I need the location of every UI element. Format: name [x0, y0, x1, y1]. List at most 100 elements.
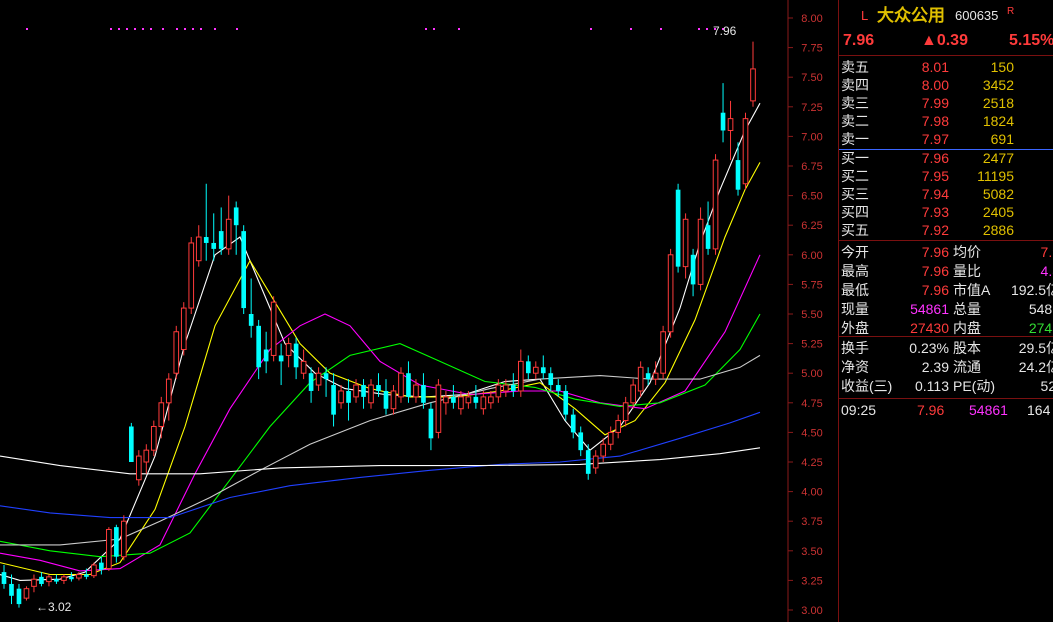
candle-body	[180, 307, 187, 351]
candle-body	[585, 450, 591, 474]
candle-body	[158, 402, 165, 427]
candle-body	[39, 576, 44, 584]
fund-label: 股本	[953, 340, 981, 356]
candle-body	[361, 385, 366, 397]
quote-label: 量比	[953, 263, 981, 279]
quote-label: 外盘	[841, 320, 869, 336]
candle-body	[750, 68, 756, 102]
axis-tick-label: 5.25	[801, 339, 822, 351]
candle-body	[76, 573, 82, 579]
candle-body	[203, 237, 209, 243]
axis-tick-label: 3.75	[801, 516, 822, 528]
candle-body	[488, 396, 494, 404]
marker-dot	[630, 28, 632, 30]
candle	[510, 373, 516, 397]
ask-label: 卖一	[841, 131, 869, 147]
ask-label: 卖四	[841, 77, 869, 93]
candle	[1, 565, 7, 589]
candle	[742, 112, 749, 190]
candle-body	[323, 373, 329, 380]
candle	[383, 379, 389, 415]
candle-body	[263, 349, 269, 362]
candle-body	[106, 528, 112, 570]
bid-volume: 5082	[982, 186, 1014, 202]
ask-label: 卖二	[841, 113, 869, 129]
candle-body	[135, 455, 142, 481]
candle	[607, 426, 614, 451]
bid-label: 买五	[841, 222, 869, 238]
axis-tick-label: 6.25	[801, 220, 822, 232]
marker-dot	[126, 28, 128, 30]
candle-body	[712, 159, 719, 250]
quote-value: 4.8	[1040, 263, 1053, 279]
candle-body	[69, 576, 74, 580]
candle-body	[241, 231, 247, 309]
candle	[129, 422, 134, 462]
axis-tick-label: 6.75	[801, 161, 822, 173]
candle	[173, 325, 180, 380]
price-axis: 8.00 7.75 7.50 7.25 7.00 6.75 6.50 6.25 6.00 5.75…	[26, 0, 823, 622]
bid-volume: 11195	[977, 168, 1014, 184]
candle	[218, 207, 224, 255]
axis-tick-label: 8.00	[801, 13, 822, 25]
marker-dot	[200, 28, 202, 30]
marker-dot	[706, 28, 708, 30]
candle-body	[495, 384, 502, 398]
axis-tick-label: 7.75	[801, 43, 822, 55]
candle-body	[84, 574, 89, 577]
candle	[361, 379, 366, 409]
candle-body	[600, 443, 607, 457]
candle	[390, 385, 397, 415]
bid-row: 买四 7.93 2405	[839, 203, 1053, 221]
bid-row: 买三 7.94 5082	[839, 185, 1053, 203]
candle	[31, 574, 37, 593]
candle-body	[720, 112, 726, 131]
candle	[241, 225, 247, 314]
candle-body	[308, 373, 314, 391]
candle	[263, 331, 269, 374]
bid-label: 买一	[841, 150, 869, 166]
candle	[570, 408, 576, 439]
marker-dot	[698, 28, 700, 30]
quote-label: 均价	[953, 244, 981, 260]
ask-row: 卖三 7.99 2518	[839, 94, 1053, 112]
candle	[315, 367, 322, 391]
quote-value: 7.96	[921, 263, 949, 279]
axis-tick-label: 4.00	[801, 487, 822, 499]
ask-price: 7.99	[921, 95, 949, 111]
candle	[338, 385, 344, 409]
candle-body	[61, 576, 67, 581]
candle-body	[315, 372, 322, 386]
candle	[622, 396, 629, 427]
title-row: L 大众公用 600635 R	[839, 6, 1053, 26]
candle-body	[570, 414, 576, 433]
candle	[308, 367, 314, 403]
axis-tick-label: 7.50	[801, 72, 822, 84]
candle-body	[9, 583, 14, 596]
bid-row: 买一 7.96 2477	[839, 149, 1053, 167]
marker-dot	[236, 28, 238, 30]
ma-lines	[0, 102, 761, 581]
candle-body	[592, 455, 599, 469]
candle	[720, 83, 726, 143]
bid-row: 买五 7.92 2886	[839, 221, 1053, 239]
axis-tick-label: 5.50	[801, 309, 822, 321]
candle-body	[165, 378, 172, 404]
marker-dot	[184, 28, 186, 30]
ask-price: 7.97	[921, 131, 949, 147]
kline-chart[interactable]: 8.00 7.75 7.50 7.25 7.00 6.75 6.50 6.25 6.00 5.75…	[0, 0, 838, 622]
stock-code: 600635	[955, 8, 999, 23]
candle-body	[285, 343, 292, 356]
quote-value: 7.9	[1040, 244, 1053, 260]
candle	[705, 201, 711, 255]
marker-dot	[162, 28, 164, 30]
candle	[682, 213, 689, 279]
tick-row: 09:25 7.96 54861 164	[839, 401, 1053, 419]
candle	[39, 572, 44, 587]
candle	[150, 420, 157, 457]
fund-label: PE(动)	[953, 378, 995, 394]
bid-label: 买三	[841, 186, 869, 202]
quote-value: 7.96	[921, 244, 949, 260]
candle-body	[383, 390, 389, 409]
candle	[165, 373, 172, 421]
